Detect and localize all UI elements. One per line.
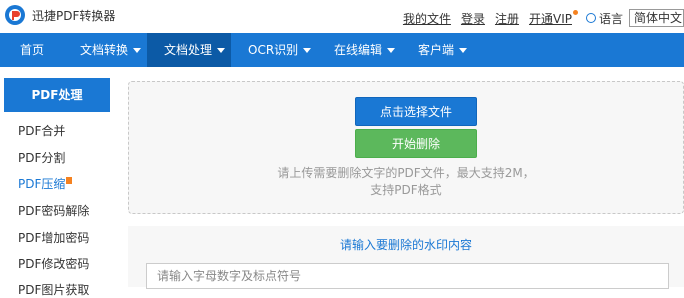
- top-links: 我的文件 登录 注册 开通VIP 语言 简体中文: [403, 9, 684, 27]
- vip-badge-icon: [572, 9, 578, 15]
- sidebar-item-pdf-split[interactable]: PDF分割: [18, 149, 65, 166]
- upload-hint: 请上传需要删除文字的PDF文件，最大支持2M，: [277, 166, 535, 180]
- top-bar: 迅捷PDF转换器 我的文件 登录 注册 开通VIP 语言 简体中文: [0, 0, 684, 33]
- sidebar-item-pdf-add-password[interactable]: PDF增加密码: [18, 229, 89, 246]
- watermark-input[interactable]: [146, 263, 669, 289]
- sidebar: PDF处理 PDF合并 PDF分割 PDF压缩 PDF密码解除 PDF增加密码 …: [4, 78, 110, 297]
- language-label: 语言: [598, 11, 623, 26]
- start-delete-button[interactable]: 开始删除: [355, 129, 477, 158]
- sidebar-title: PDF处理: [4, 78, 110, 112]
- nav-ocr-label: OCR识别: [248, 43, 299, 57]
- nav-client[interactable]: 客户端: [410, 33, 475, 67]
- nav-online-edit-label: 在线编辑: [334, 43, 383, 57]
- upload-format-hint: 支持PDF格式: [370, 183, 442, 197]
- hot-badge-icon: [66, 177, 73, 184]
- select-file-button[interactable]: 点击选择文件: [355, 97, 477, 126]
- open-vip-label: 开通VIP: [528, 11, 572, 26]
- language-switch[interactable]: 语言: [585, 10, 623, 27]
- chevron-down-icon: [133, 48, 142, 53]
- sidebar-item-pdf-unlock[interactable]: PDF密码解除: [18, 202, 89, 219]
- nav-home-label: 首页: [20, 43, 45, 57]
- main-nav: 首页 文档转换 文档处理 OCR识别 在线编辑 客户端: [0, 33, 684, 67]
- nav-ocr[interactable]: OCR识别: [240, 33, 319, 67]
- nav-doc-process[interactable]: 文档处理: [147, 33, 231, 67]
- sidebar-item-pdf-change-password[interactable]: PDF修改密码: [18, 255, 89, 272]
- login-link[interactable]: 登录: [461, 10, 485, 27]
- brand-name: 迅捷PDF转换器: [32, 9, 116, 23]
- chevron-down-icon: [217, 48, 226, 53]
- globe-icon: [585, 13, 596, 23]
- chevron-down-icon: [303, 48, 312, 53]
- my-files-link[interactable]: 我的文件: [403, 10, 451, 27]
- chevron-down-icon: [387, 48, 396, 53]
- nav-home[interactable]: 首页: [12, 33, 52, 67]
- nav-doc-process-label: 文档处理: [164, 43, 213, 57]
- register-link[interactable]: 注册: [495, 10, 519, 27]
- app-logo-icon: [5, 5, 25, 25]
- nav-doc-convert-label: 文档转换: [80, 43, 129, 57]
- sidebar-item-pdf-compress-label: PDF压缩: [18, 177, 66, 191]
- chevron-down-icon: [459, 48, 468, 53]
- nav-client-label: 客户端: [418, 43, 455, 57]
- nav-online-edit[interactable]: 在线编辑: [326, 33, 403, 67]
- watermark-title: 请输入要删除的水印内容: [339, 238, 472, 252]
- sidebar-item-pdf-image-extract[interactable]: PDF图片获取: [18, 281, 89, 298]
- nav-doc-convert[interactable]: 文档转换: [72, 33, 149, 67]
- language-select[interactable]: 简体中文: [629, 9, 684, 27]
- sidebar-item-pdf-merge[interactable]: PDF合并: [18, 122, 65, 139]
- open-vip-link[interactable]: 开通VIP: [528, 9, 578, 27]
- sidebar-item-pdf-compress[interactable]: PDF压缩: [18, 175, 73, 192]
